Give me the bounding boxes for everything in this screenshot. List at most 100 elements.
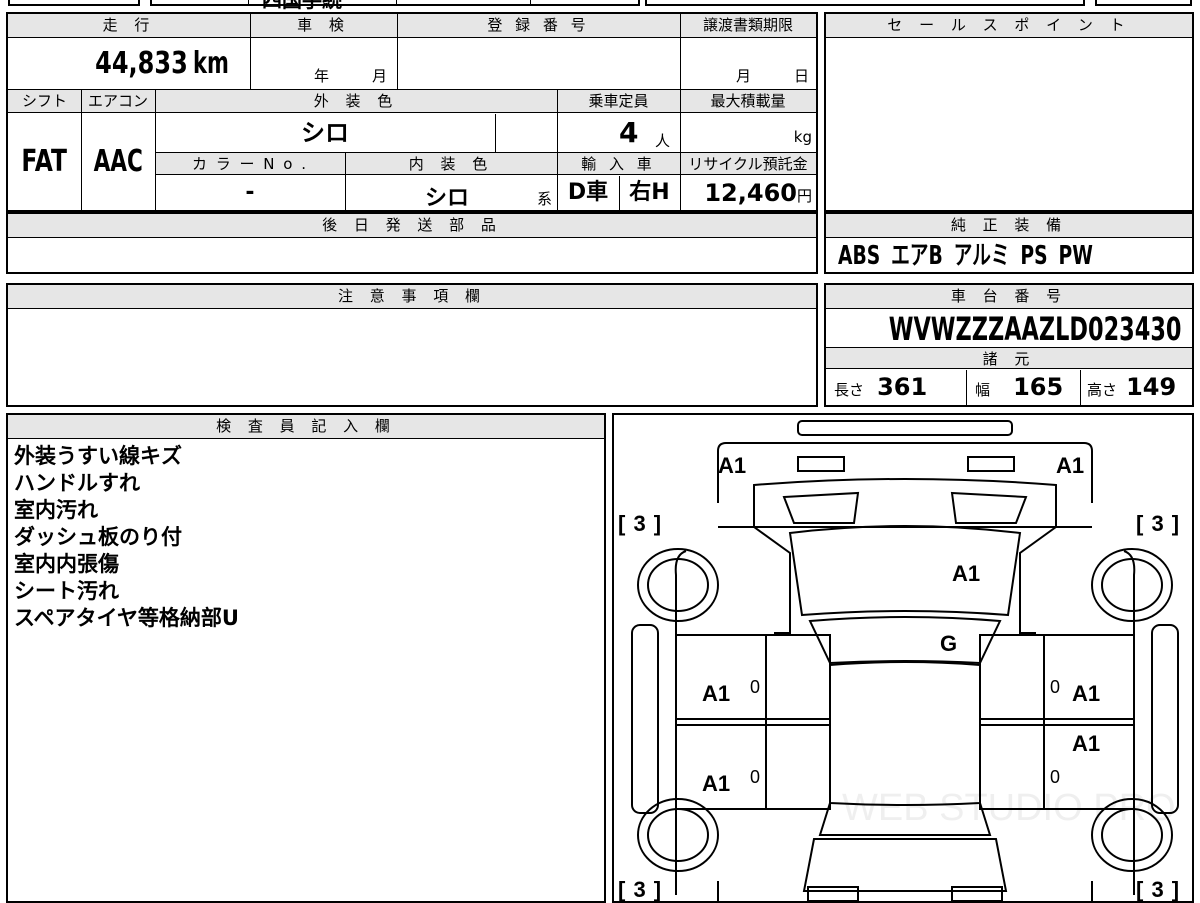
import-value-2: 右H [619, 176, 680, 210]
ac-text: AAC [93, 144, 143, 179]
capacity-number: 4 [619, 116, 639, 149]
exterior-color-header: 外 装 色 [155, 90, 557, 113]
rear-light-left [807, 886, 859, 901]
label-hood: A1 [952, 561, 981, 586]
interior-color-text: シロ [425, 186, 470, 211]
inspector-header: 検 査 員 記 入 欄 [8, 415, 604, 439]
import-text-2: 右H [629, 180, 670, 205]
caution-header: 注 意 事 項 欄 [8, 285, 816, 309]
transfer-day-label: 日 [794, 67, 810, 85]
import-value-1: D車 [557, 176, 619, 210]
label-right-front-door: A1 [1072, 681, 1101, 706]
shift-header: シフト [8, 90, 81, 113]
later-parts-box: 後 日 発 送 部 品 [6, 212, 818, 274]
label-windshield: G [940, 631, 958, 656]
car-diagram-box: A1 A1 A1 G A1 A1 A1 A1 0 0 0 0 [ 3 ] [ 3… [612, 413, 1194, 903]
vent-left [782, 491, 860, 524]
capacity-header: 乗車定員 [557, 90, 680, 113]
label-front-left: A1 [718, 453, 747, 478]
spec-length-label: 長さ [834, 381, 865, 399]
spec-width: 幅 165 [967, 370, 1080, 405]
interior-color-header: 内 装 色 [345, 153, 557, 175]
inspector-note: シート汚れ [14, 579, 119, 603]
registration-header: 登 録 番 号 [397, 14, 680, 38]
inspector-note: 外装うすい線キズ [14, 444, 182, 468]
tire-tread-rear-right: [ 3 ] [1136, 877, 1180, 902]
zero-mark: 0 [1050, 767, 1061, 787]
windshield [808, 616, 1002, 665]
genuine-equipment-header: 純 正 装 備 [826, 214, 1192, 238]
inspector-note: 室内内張傷 [14, 552, 119, 576]
label-right-rear-door: A1 [1072, 731, 1101, 756]
zero-mark: 0 [750, 677, 761, 697]
spec-height-label: 高さ [1087, 381, 1118, 399]
right-fender [1019, 526, 1092, 634]
chassis-header: 車 台 番 号 [826, 285, 1192, 309]
chassis-value: WVWZZZAAZLD023430 [826, 309, 1192, 348]
genuine-equipment-text: ABS エアB アルミ PS PW [838, 241, 1093, 271]
spec-length-value: 361 [877, 373, 928, 401]
transfer-header: 譲渡書類期限 [680, 14, 816, 38]
zero-mark: 0 [750, 767, 761, 787]
sales-point-header: セ ー ル ス ポ イ ン ト [826, 14, 1192, 38]
caution-value [8, 309, 816, 405]
spec-width-label: 幅 [975, 381, 991, 399]
recycle-value: 12,460円 [680, 176, 816, 210]
top-stub-row: 四国手続 [0, 0, 1200, 12]
left-fender [718, 526, 791, 634]
mileage-unit: km [192, 46, 229, 81]
label-left-front-door: A1 [702, 681, 731, 706]
genuine-equipment-value: ABS エアB アルミ PS PW [838, 238, 1194, 272]
transfer-value: 月 日 [680, 39, 816, 89]
capacity-value: 4 人 [557, 114, 680, 152]
exterior-color-text: シロ [301, 119, 349, 147]
mileage-header: 走 行 [8, 14, 250, 38]
registration-value [397, 39, 680, 89]
trunk [802, 838, 1008, 892]
import-text-1: D車 [567, 180, 609, 205]
tire-tread-front-right: [ 3 ] [1136, 511, 1180, 536]
exterior-color-value: シロ [155, 114, 495, 152]
max-load-unit: kg [793, 128, 812, 146]
spec-height-value: 149 [1126, 373, 1177, 401]
capacity-unit: 人 [655, 132, 671, 150]
ac-value: AAC [81, 114, 155, 210]
genuine-equipment-box: 純 正 装 備 ABS エアB アルミ PS PW [824, 212, 1194, 274]
right-body-outline [1123, 550, 1136, 895]
max-load-header: 最大積載量 [680, 90, 816, 113]
label-front-right: A1 [1056, 453, 1085, 478]
vent-right [950, 491, 1028, 524]
ac-header: エアコン [81, 90, 155, 113]
front-bumper-strip [797, 420, 1013, 436]
headlight-right [967, 456, 1015, 472]
inspector-box: 検 査 員 記 入 欄 外装うすい線キズ ハンドルすれ 室内汚れ ダッシュ板のり… [6, 413, 606, 903]
hood [788, 525, 1022, 617]
sales-point-box: セ ー ル ス ポ イ ン ト [824, 12, 1194, 212]
shift-value: FAT [8, 114, 81, 210]
color-no-text: - [245, 180, 255, 205]
inspector-note: ダッシュ板のり付 [14, 525, 182, 549]
later-parts-value [8, 238, 816, 272]
inspection-value: 年 月 [250, 39, 397, 89]
caution-box: 注 意 事 項 欄 [6, 283, 818, 407]
recycle-header: リサイクル預託金 [680, 153, 816, 175]
roof [829, 661, 981, 806]
inspection-year-label: 年 [314, 67, 330, 85]
headlight-left [797, 456, 845, 472]
mileage-value: 44,833 km [8, 39, 250, 89]
import-header: 輸 入 車 [557, 153, 680, 175]
rear-light-right [951, 886, 1003, 901]
recycle-unit: 円 [796, 187, 812, 205]
inspector-note: スペアタイヤ等格納部U [14, 606, 239, 630]
color-no-header: カ ラ ー N o . [155, 153, 345, 175]
spec-height: 高さ 149 [1081, 370, 1192, 405]
zero-mark: 0 [1050, 677, 1061, 697]
tire-tread-front-left: [ 3 ] [618, 511, 662, 536]
later-parts-header: 後 日 発 送 部 品 [8, 214, 816, 238]
watermark: WEB STUDIO PRO [842, 787, 1176, 829]
interior-color-suffix: 系 [537, 190, 553, 208]
max-load-value: kg [680, 114, 816, 152]
chassis-number: WVWZZZAAZLD023430 [888, 310, 1182, 348]
vehicle-info-table: 走 行 車 検 登 録 番 号 譲渡書類期限 44,833 km 年 月 月 日… [6, 12, 818, 212]
spec-width-value: 165 [1013, 373, 1064, 401]
